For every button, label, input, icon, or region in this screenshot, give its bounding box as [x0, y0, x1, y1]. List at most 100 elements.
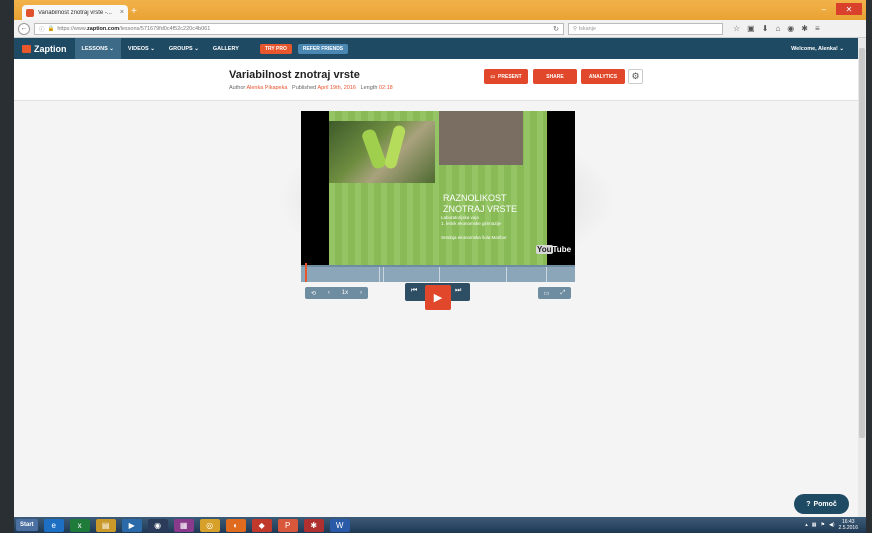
app-icon[interactable]: ◉: [147, 518, 168, 532]
extension-icon[interactable]: ✱: [801, 24, 808, 33]
lesson-title: Variabilnost znotraj vrste: [229, 69, 360, 81]
lesson-header: Variabilnost znotraj vrste Author Alenka…: [14, 59, 858, 101]
play-button[interactable]: ▶: [425, 285, 451, 310]
excel-icon[interactable]: x: [69, 518, 90, 532]
user-menu[interactable]: Welcome, Alenka! ⌄: [791, 46, 858, 52]
playhead[interactable]: [305, 263, 307, 282]
firefox-icon[interactable]: ◐: [225, 518, 246, 532]
info-icon: ⓘ: [39, 26, 45, 33]
network-icon[interactable]: ▦: [812, 522, 817, 528]
tray-arrow-icon[interactable]: ▴: [805, 522, 808, 528]
media-player-icon[interactable]: ▶: [121, 518, 142, 532]
clock-date: 2.5.2016: [838, 525, 858, 531]
ie-icon[interactable]: e: [43, 518, 64, 532]
timeline-marker[interactable]: [439, 267, 440, 282]
settings-gear-icon[interactable]: ⚙: [628, 69, 643, 84]
zaption-logo-icon: [22, 44, 31, 53]
paint-icon[interactable]: ▦: [173, 518, 194, 532]
speed-controls: ⟲ ‹ 1x ›: [305, 287, 368, 299]
minimize-button[interactable]: –: [814, 3, 834, 15]
browser-tab[interactable]: Variabilnost znotraj vrste -... ×: [22, 5, 128, 20]
powerpoint-icon[interactable]: P: [277, 518, 298, 532]
timeline-marker[interactable]: [506, 267, 507, 282]
youtube-logo[interactable]: YouTube: [536, 245, 571, 254]
logo-text: Zaption: [34, 43, 67, 54]
slower-icon[interactable]: ‹: [328, 290, 330, 296]
os-taskbar: Start e x ▤ ▶ ◉ ▦ ◎ ◐ ◆ P ✱ W ▴ ▦ ⚑ ◀) 1…: [14, 517, 866, 533]
faster-icon[interactable]: ›: [360, 290, 362, 296]
view-controls: ▭ ⤢: [538, 287, 571, 299]
start-button[interactable]: Start: [16, 519, 38, 531]
refer-friends-button[interactable]: REFER FRIENDS: [297, 43, 349, 54]
share-button[interactable]: SHARE: [533, 69, 577, 84]
flag-icon[interactable]: ⚑: [821, 522, 825, 528]
leaf-shape: [360, 127, 388, 171]
help-button[interactable]: ? Pomoč: [794, 494, 849, 514]
leaf-shape: [383, 124, 407, 170]
captions-icon[interactable]: ▭: [544, 290, 550, 297]
lesson-meta: Author Alenka Pikapeka Published April 1…: [229, 85, 393, 91]
present-label: PRESENT: [498, 73, 522, 80]
back-arrow-icon[interactable]: ←: [18, 22, 30, 35]
menu-icon[interactable]: ≡: [815, 24, 820, 33]
browser-window: Variabilnost znotraj vrste -... × + – ✕ …: [14, 0, 866, 533]
published-date: April 19th, 2016: [317, 85, 356, 91]
tab-close-icon[interactable]: ×: [120, 9, 124, 16]
folder-icon[interactable]: ▤: [95, 518, 116, 532]
clock[interactable]: 16:43 2.5.2016: [839, 519, 858, 531]
plant-photo: [329, 121, 435, 183]
reload-icon[interactable]: ↻: [553, 25, 559, 33]
rewind-icon[interactable]: ⟲: [311, 290, 316, 297]
present-button[interactable]: ▭ PRESENT: [484, 69, 528, 84]
address-bar[interactable]: ⓘ 🔒 https://www.zaption.com/lessons/5716…: [34, 22, 564, 35]
menu-groups[interactable]: GROUPS ⌄: [162, 38, 206, 59]
menu-videos[interactable]: VIDEOS ⌄: [121, 38, 162, 59]
volume-icon[interactable]: ◀): [829, 522, 835, 528]
length-label: Length: [360, 85, 378, 91]
bookmark-star-icon[interactable]: ☆: [733, 24, 740, 33]
lock-icon: 🔒: [47, 25, 55, 32]
author-label: Author: [229, 85, 246, 91]
video-timeline[interactable]: [301, 263, 575, 282]
published-label: Published: [292, 85, 317, 91]
menu-gallery[interactable]: GALLERY: [206, 38, 246, 59]
search-input[interactable]: ⚲ Iskanje: [568, 22, 723, 35]
url-text: https://www.zaption.com/lessons/571679fd…: [57, 25, 211, 32]
chrome-icon[interactable]: ◎: [199, 518, 220, 532]
browser-toolbar: ← ⓘ 🔒 https://www.zaption.com/lessons/57…: [14, 20, 866, 38]
timeline-marker[interactable]: [546, 267, 547, 282]
video-player[interactable]: RAZNOLIKOST ZNOTRAJ VRSTE Laboratorijska…: [301, 111, 575, 265]
scrollbar-thumb[interactable]: [859, 48, 865, 438]
close-window-button[interactable]: ✕: [836, 3, 862, 15]
slide-heading-line2: ZNOTRAJ VRSTE: [443, 204, 518, 214]
previous-icon[interactable]: ⏮: [411, 287, 417, 295]
slide-subtitle: Laboratorijska vaja 1. letnik ekonomske …: [441, 215, 501, 227]
screen-icon: ▭: [490, 73, 496, 80]
reading-list-icon[interactable]: ▣: [747, 24, 755, 33]
next-icon[interactable]: ⏭: [455, 287, 461, 295]
acrobat-icon[interactable]: ◆: [251, 518, 272, 532]
speed-value: 1x: [341, 290, 349, 296]
system-tray: ▴ ▦ ⚑ ◀) 16:43 2.5.2016: [805, 519, 864, 531]
slide-school: Srednja ekonomska šola Maribor: [441, 235, 507, 240]
timeline-marker[interactable]: [379, 267, 380, 282]
video-frame: RAZNOLIKOST ZNOTRAJ VRSTE Laboratorijska…: [329, 111, 547, 265]
download-icon[interactable]: ⬇: [762, 24, 769, 33]
author-link[interactable]: Alenka Pikapeka: [246, 85, 287, 91]
chat-icon[interactable]: ◉: [787, 24, 794, 33]
app-header: Zaption LESSONS ⌄ VIDEOS ⌄ GROUPS ⌄ GALL…: [14, 38, 858, 59]
app2-icon[interactable]: ✱: [303, 518, 324, 532]
slide-gray-block: [439, 111, 523, 165]
timeline-marker[interactable]: [383, 267, 384, 282]
help-icon: ?: [806, 500, 811, 508]
zaption-logo[interactable]: Zaption: [14, 44, 75, 54]
fullscreen-icon[interactable]: ⤢: [561, 290, 566, 297]
new-tab-button[interactable]: +: [131, 6, 137, 17]
page-scrollbar[interactable]: [858, 38, 866, 517]
menu-lessons[interactable]: LESSONS ⌄: [74, 38, 121, 59]
try-pro-button[interactable]: TRY PRO: [259, 43, 292, 54]
home-icon[interactable]: ⌂: [775, 24, 780, 33]
analytics-button[interactable]: ANALYTICS: [581, 69, 625, 84]
tab-title: Variabilnost znotraj vrste -...: [38, 9, 112, 16]
word-icon[interactable]: W: [329, 518, 350, 532]
